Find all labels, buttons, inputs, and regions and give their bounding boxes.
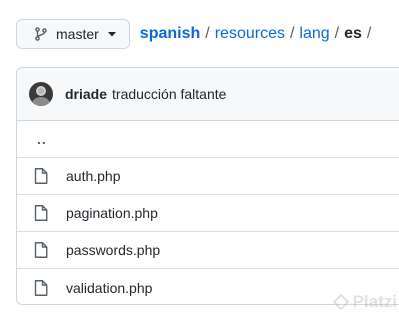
file-name-link[interactable]: auth.php xyxy=(66,168,121,184)
breadcrumb-separator: / xyxy=(334,25,340,42)
table-row[interactable]: passwords.php xyxy=(17,232,399,269)
file-list: driade traducción faltante .. auth.php p… xyxy=(16,67,399,305)
branch-label: master xyxy=(56,26,99,42)
avatar[interactable] xyxy=(29,82,53,106)
breadcrumb-repo-link[interactable]: spanish xyxy=(140,25,200,43)
breadcrumb-separator: / xyxy=(366,25,372,42)
breadcrumb-current: es xyxy=(344,25,362,42)
table-row[interactable]: auth.php xyxy=(17,158,399,195)
git-branch-icon xyxy=(33,26,49,42)
page: master spanish / resources / lang / es / xyxy=(0,0,399,314)
file-icon xyxy=(34,205,50,221)
file-icon xyxy=(34,242,50,258)
breadcrumb: spanish / resources / lang / es / xyxy=(140,25,377,43)
watermark-text: Platzi xyxy=(352,292,397,311)
breadcrumb-link-lang[interactable]: lang xyxy=(299,25,329,43)
file-name-link[interactable]: validation.php xyxy=(66,280,152,296)
commit-author-link[interactable]: driade xyxy=(65,86,107,102)
commit-message-link[interactable]: traducción faltante xyxy=(112,86,226,102)
file-name-link[interactable]: passwords.php xyxy=(66,242,160,258)
triangle-down-icon xyxy=(107,30,116,38)
breadcrumb-separator: / xyxy=(289,25,295,42)
latest-commit-bar: driade traducción faltante xyxy=(17,68,399,121)
branch-selector-button[interactable]: master xyxy=(16,19,130,49)
breadcrumb-separator: / xyxy=(205,25,210,42)
breadcrumb-link-resources[interactable]: resources xyxy=(215,25,285,43)
file-name-link[interactable]: pagination.php xyxy=(66,205,158,221)
parent-directory-link[interactable]: .. xyxy=(17,121,399,158)
table-row[interactable]: pagination.php xyxy=(17,195,399,232)
topbar: master spanish / resources / lang / es / xyxy=(16,18,376,50)
file-icon xyxy=(34,279,50,296)
platzi-watermark: Platzi xyxy=(332,292,397,312)
file-icon xyxy=(34,168,50,184)
platzi-logo-icon xyxy=(332,294,349,310)
